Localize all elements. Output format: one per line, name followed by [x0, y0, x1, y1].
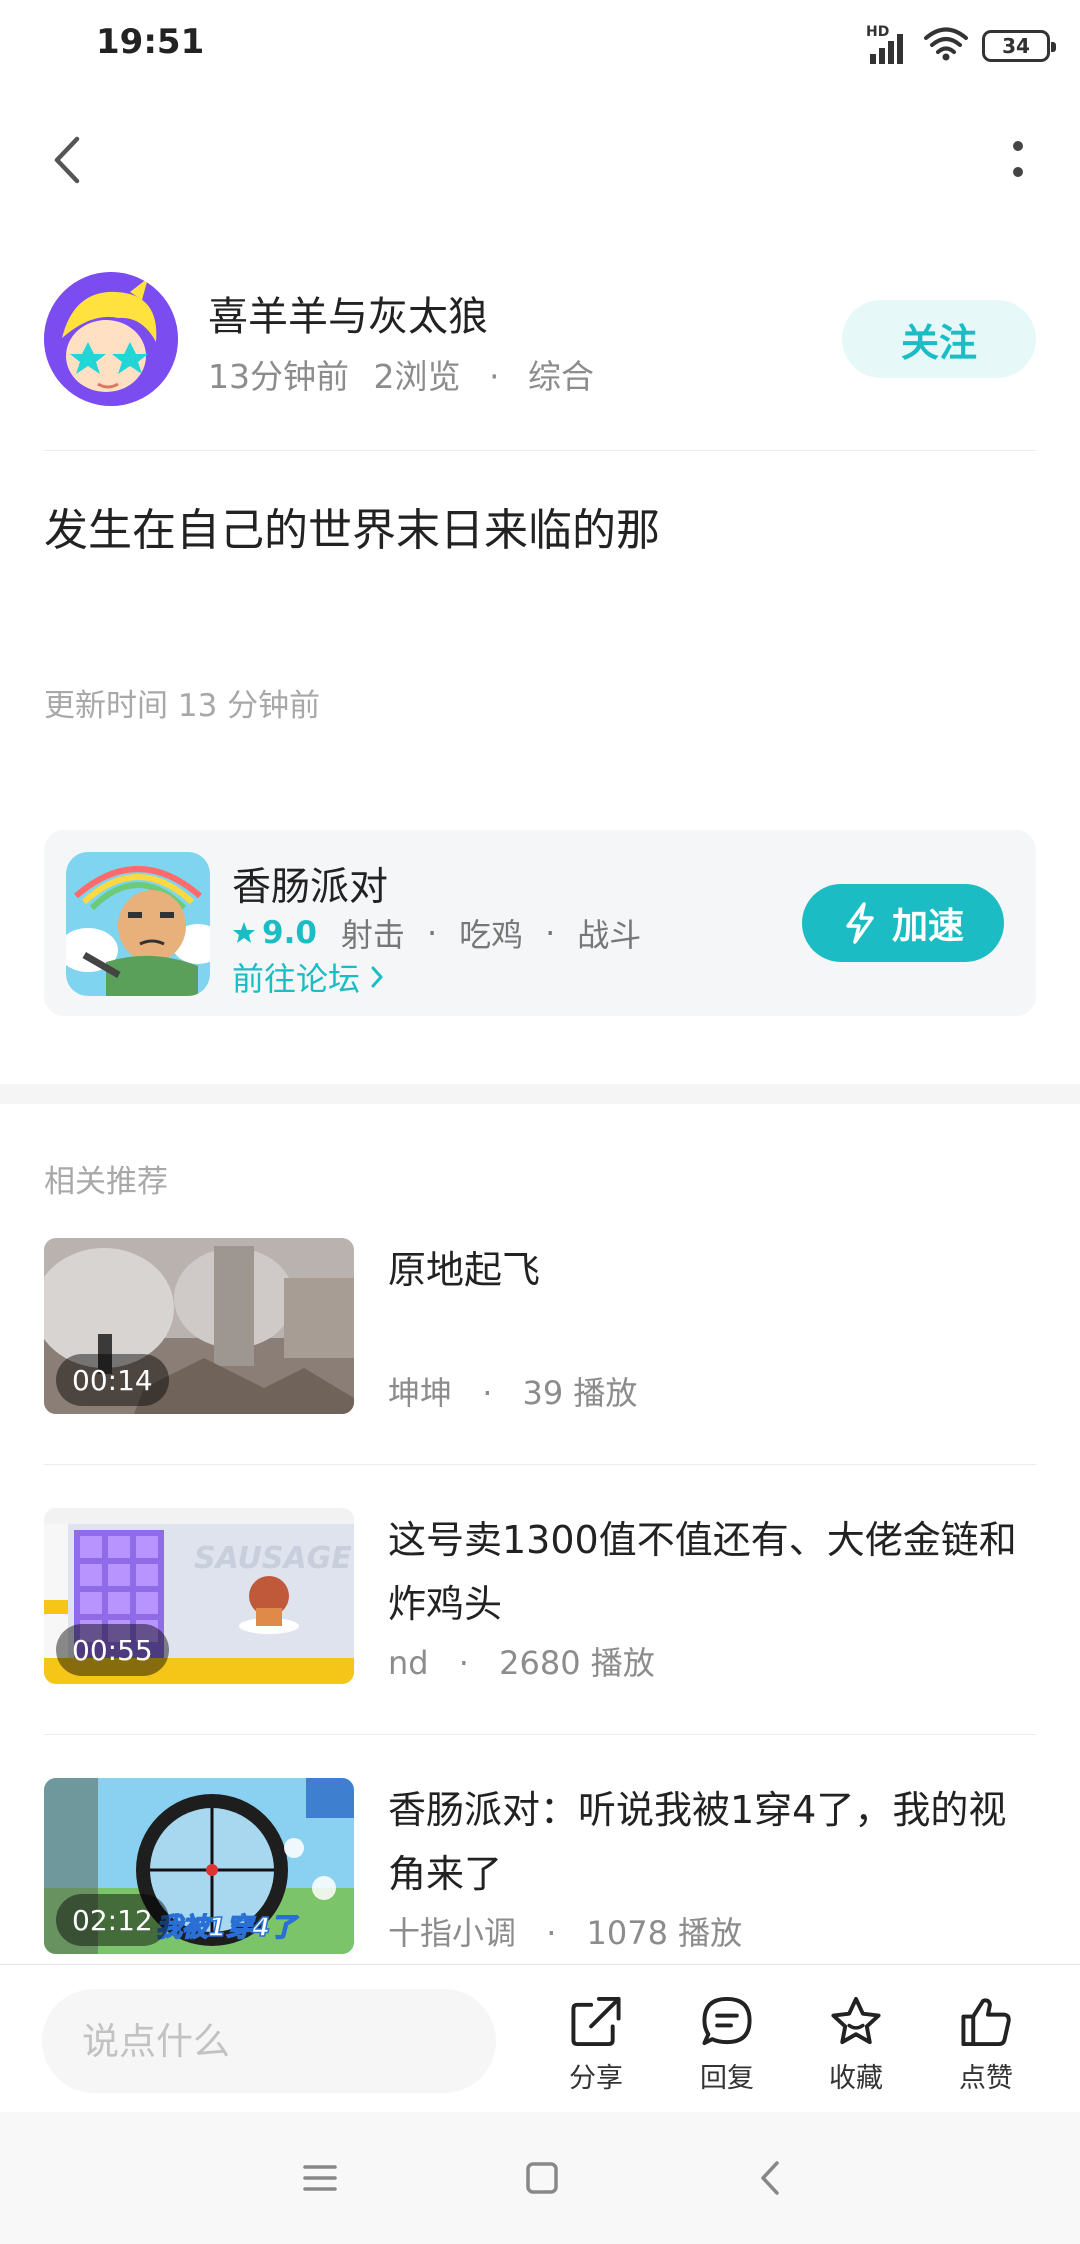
meta-separator: ·	[489, 357, 500, 396]
system-nav-bar	[0, 2112, 1080, 2244]
back-triangle-icon	[761, 2161, 779, 2195]
share-label: 分享	[569, 2063, 623, 2094]
system-back-key[interactable]	[742, 2150, 798, 2206]
video-plays: 39 播放	[522, 1374, 638, 1412]
more-options-button[interactable]	[998, 132, 1038, 188]
video-title[interactable]: 这号卖1300值不值还有、大佬金链和炸鸡头	[388, 1508, 1038, 1636]
thumbnail-overlay-text: 我被1穿4了	[156, 1913, 299, 1943]
bottom-action-bar: 分享 回复 收藏 点赞	[0, 1964, 1080, 2112]
video-meta: nd · 2680 播放	[388, 1638, 655, 1684]
author-meta: 13分钟前 2浏览 · 综合	[208, 350, 594, 398]
video-duration: 00:55	[56, 1624, 169, 1676]
signal-icon: HD	[866, 24, 910, 64]
star-outline-icon	[831, 1996, 881, 2045]
video-item[interactable]: SAUSAGE MAN 00:55 这号卖1300值不值还有、大佬金链和炸鸡头 …	[44, 1508, 1036, 1684]
share-icon	[571, 1996, 621, 2047]
video-plays: 2680 播放	[499, 1644, 655, 1682]
chevron-left-icon	[54, 136, 80, 184]
share-button[interactable]: 分享	[546, 1995, 646, 2095]
video-duration: 00:14	[56, 1354, 169, 1406]
game-rating-value: 9.0	[262, 915, 317, 951]
tag-separator: ·	[426, 914, 438, 952]
wifi-icon	[924, 27, 968, 65]
meta-separator: ·	[482, 1374, 493, 1412]
author-avatar[interactable]	[44, 272, 178, 406]
post-category: 综合	[528, 357, 594, 396]
game-tag: 射击	[340, 916, 405, 954]
menu-icon	[303, 2165, 337, 2191]
meta-separator: ·	[458, 1644, 469, 1682]
game-tag: 吃鸡	[459, 916, 524, 954]
thumbnail-overlay-text: SAUSAGE MAN	[194, 1541, 354, 1576]
speed-up-label: 加速	[891, 906, 964, 947]
divider	[44, 1464, 1036, 1465]
reply-button[interactable]: 回复	[677, 1995, 777, 2095]
video-thumbnail[interactable]: 我被1穿4了 02:12	[44, 1778, 354, 1954]
view-count: 2浏览	[373, 357, 461, 396]
related-section-title: 相关推荐	[44, 1164, 168, 1200]
forum-link[interactable]: 前往论坛	[232, 954, 384, 1000]
status-time: 19:51	[96, 22, 205, 62]
video-meta: 十指小调 · 1078 播放	[388, 1908, 742, 1954]
game-name[interactable]: 香肠派对	[232, 856, 388, 912]
follow-button[interactable]: 关注	[842, 300, 1036, 378]
like-button[interactable]: 点赞	[936, 1995, 1036, 2095]
lightning-icon	[846, 902, 874, 944]
video-thumbnail[interactable]: SAUSAGE MAN 00:55	[44, 1508, 354, 1684]
author-row: 喜羊羊与灰太狼 13分钟前 2浏览 · 综合 关注	[44, 270, 1036, 410]
video-author: 坤坤	[388, 1374, 453, 1412]
top-nav	[0, 110, 1080, 210]
chevron-right-icon	[371, 966, 383, 988]
comment-bubble-icon	[702, 1996, 752, 2046]
like-label: 点赞	[959, 2063, 1013, 2094]
video-plays: 1078 播放	[586, 1914, 743, 1952]
speed-up-button[interactable]: 加速	[802, 884, 1004, 962]
reply-label: 回复	[700, 2063, 754, 2094]
divider	[44, 450, 1036, 451]
video-title[interactable]: 原地起飞	[388, 1238, 1038, 1302]
video-item[interactable]: 00:14 原地起飞 坤坤 · 39 播放	[44, 1238, 1036, 1414]
video-meta: 坤坤 · 39 播放	[388, 1368, 637, 1414]
game-icon[interactable]	[66, 852, 210, 996]
update-time: 更新时间 13 分钟前	[44, 688, 321, 724]
video-duration: 02:12	[56, 1894, 169, 1946]
back-button[interactable]	[38, 132, 94, 188]
video-item[interactable]: 我被1穿4了 02:12 香肠派对：听说我被1穿4了，我的视角来了 十指小调 ·…	[44, 1778, 1036, 1954]
video-title[interactable]: 香肠派对：听说我被1穿4了，我的视角来了	[388, 1778, 1038, 1906]
favorite-label: 收藏	[829, 2063, 883, 2094]
meta-separator: ·	[546, 1914, 557, 1952]
author-name[interactable]: 喜羊羊与灰太狼	[208, 284, 488, 342]
post-time: 13分钟前	[208, 357, 349, 396]
home-square-icon	[526, 2162, 558, 2194]
video-author: 十指小调	[388, 1914, 517, 1952]
section-divider	[0, 1084, 1080, 1104]
game-meta: 9.0 射击 · 吃鸡 · 战斗	[232, 910, 641, 956]
video-thumbnail[interactable]: 00:14	[44, 1238, 354, 1414]
status-icons: HD 34	[866, 24, 1056, 68]
more-vertical-icon	[1013, 141, 1023, 177]
star-icon	[233, 922, 255, 943]
game-card[interactable]: 香肠派对 9.0 射击 · 吃鸡 · 战斗 前往论坛 加速	[44, 830, 1036, 1016]
game-rating: 9.0	[232, 915, 317, 951]
forum-link-label: 前往论坛	[232, 960, 361, 998]
status-bar: 19:51 HD 34	[0, 0, 1080, 90]
divider	[44, 1734, 1036, 1735]
menu-key[interactable]	[292, 2150, 348, 2206]
tag-separator: ·	[545, 914, 556, 952]
video-author: nd	[388, 1644, 429, 1682]
game-tag: 战斗	[577, 916, 642, 954]
home-key[interactable]	[514, 2150, 570, 2206]
thumbs-up-icon	[961, 1998, 1011, 2047]
favorite-button[interactable]: 收藏	[806, 1995, 906, 2095]
post-title: 发生在自己的世界末日来临的那	[44, 505, 660, 556]
comment-input[interactable]	[42, 1989, 496, 2093]
battery-icon: 34	[982, 30, 1056, 62]
